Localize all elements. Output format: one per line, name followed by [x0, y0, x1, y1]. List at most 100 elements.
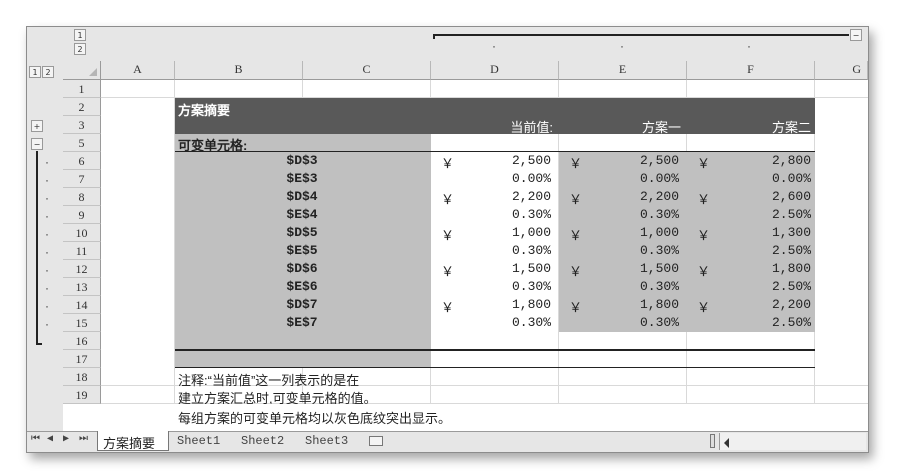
row-header[interactable]: 5	[63, 134, 101, 152]
column-outline-area	[27, 27, 868, 61]
sheet-tab-label: 方案摘要	[103, 436, 156, 451]
current-value: 1,500	[511, 261, 551, 276]
scenario-row: $E$6 0.30% 0.30% 2.50%	[101, 278, 868, 296]
row-header[interactable]: 15	[63, 314, 101, 332]
row-header[interactable]: 11	[63, 242, 101, 260]
cell-reference: $E$7	[286, 315, 318, 330]
scroll-left-icon[interactable]	[724, 438, 729, 448]
scenario-row: $E$5 0.30% 0.30% 2.50%	[101, 242, 868, 260]
column-header-c[interactable]: C	[303, 61, 431, 80]
row-outline-dot: ·	[45, 263, 49, 277]
row-collapse-button[interactable]: −	[31, 138, 43, 150]
col-outline-dot-f: ·	[747, 39, 751, 53]
cell-reference: $D$6	[286, 261, 318, 276]
col-collapse-button[interactable]: −	[850, 29, 862, 41]
note-line-3: 每组方案的可变单元格均以灰色底纹突出显示。	[178, 411, 452, 426]
note-line-1: 注释:“当前值”这一列表示的是在	[178, 373, 360, 388]
row-outline-dot: ·	[45, 191, 49, 205]
row-header[interactable]: 7	[63, 170, 101, 188]
row-header[interactable]: 10	[63, 224, 101, 242]
next-sheet-button[interactable]: ▶	[63, 433, 69, 445]
row-outline-dot: ·	[45, 299, 49, 313]
cell-reference: $D$4	[286, 189, 318, 204]
column-header-a[interactable]: A	[101, 61, 175, 80]
sheet-tab-sheet2[interactable]: Sheet2	[241, 434, 284, 448]
scenario-1-value: 0.30%	[639, 315, 679, 330]
row-outline-dot: ·	[45, 173, 49, 187]
scenario-row: $E$7 0.30% 0.30% 2.50%	[101, 314, 868, 332]
scenario-2-value: 2,800	[771, 153, 811, 168]
sheet-tab-sheet1[interactable]: Sheet1	[177, 434, 220, 448]
last-sheet-button[interactable]: ⏭	[79, 433, 88, 445]
current-value: 0.30%	[511, 243, 551, 258]
scenario-1-value: 2,500	[639, 153, 679, 168]
current-value: 1,800	[511, 297, 551, 312]
row-header[interactable]: 17	[63, 350, 101, 368]
row-header[interactable]: 13	[63, 278, 101, 296]
scenario-2-value: 2,200	[771, 297, 811, 312]
current-value: 2,200	[511, 189, 551, 204]
scenario-1-value: 2,200	[639, 189, 679, 204]
scenario-2-value: 0.00%	[771, 171, 811, 186]
insert-sheet-icon[interactable]	[369, 436, 383, 446]
column-header-b[interactable]: B	[175, 61, 303, 80]
scenario-row: $D$6 ￥ ￥ ￥ 1,500 1,500 1,800	[101, 260, 868, 280]
scenario-2-value: 2.50%	[771, 243, 811, 258]
scenario-2-value: 2.50%	[771, 315, 811, 330]
column-header-g[interactable]: G	[815, 61, 868, 80]
spreadsheet-window: 1 2 · · · − 1 2 A B C D E F G 1 2 3 5 6 …	[26, 26, 869, 453]
current-value: 2,500	[511, 153, 551, 168]
col-outline-level-2-button[interactable]: 2	[74, 43, 86, 55]
table-bottom-border	[175, 349, 815, 351]
cell-reference: $E$5	[286, 243, 318, 258]
column-header-e[interactable]: E	[559, 61, 687, 80]
scenario-row: $E$3 0.00% 0.00% 0.00%	[101, 170, 868, 188]
prev-sheet-button[interactable]: ◀	[47, 433, 53, 445]
header-scenario-2: 方案二	[771, 120, 811, 135]
scenario-2-value: 1,300	[771, 225, 811, 240]
scenario-1-value: 0.30%	[639, 243, 679, 258]
tab-split-handle[interactable]	[710, 434, 715, 448]
col-outline-level-1-button[interactable]: 1	[74, 29, 86, 41]
scenario-1-value: 0.00%	[639, 171, 679, 186]
first-sheet-button[interactable]: ⏮	[31, 433, 40, 445]
current-value: 0.00%	[511, 171, 551, 186]
row-header[interactable]: 14	[63, 296, 101, 314]
row-header[interactable]: 6	[63, 152, 101, 170]
cell-reference: $E$6	[286, 279, 318, 294]
horizontal-scrollbar[interactable]	[719, 433, 866, 450]
row-expand-button[interactable]: +	[31, 120, 43, 132]
row-header[interactable]: 3	[63, 116, 101, 134]
row-header[interactable]: 8	[63, 188, 101, 206]
header-scenario-1: 方案一	[641, 120, 681, 135]
row-outline-dot: ·	[45, 317, 49, 331]
row-header[interactable]: 16	[63, 332, 101, 350]
column-header-f[interactable]: F	[687, 61, 815, 80]
current-value: 0.30%	[511, 279, 551, 294]
row-header[interactable]: 1	[63, 80, 101, 98]
scenario-1-value: 1,000	[639, 225, 679, 240]
scenario-row: $D$5 ￥ ￥ ￥ 1,000 1,000 1,300	[101, 224, 868, 244]
cell-reference: $D$5	[286, 225, 318, 240]
row-outline-level-1-button[interactable]: 1	[29, 66, 41, 78]
col-outline-dot-e: ·	[620, 39, 624, 53]
note-line-2: 建立方案汇总时,可变单元格的值。	[178, 391, 377, 404]
column-header-d[interactable]: D	[431, 61, 559, 80]
row-header[interactable]: 9	[63, 206, 101, 224]
scenario-1-value: 1,800	[639, 297, 679, 312]
scenario-row: $D$4 ￥ ￥ ￥ 2,200 2,200 2,600	[101, 188, 868, 208]
row-outline-level-2-button[interactable]: 2	[42, 66, 54, 78]
scenario-1-value: 0.30%	[639, 279, 679, 294]
cell-grid[interactable]: 方案摘要 当前值: 方案一 方案二 可变单元格: $D$3 ￥ ￥ ￥ 2,500 2,5…	[101, 80, 868, 404]
scenario-2-value: 2.50%	[771, 207, 811, 222]
scenario-1-value: 0.30%	[639, 207, 679, 222]
row-header[interactable]: 12	[63, 260, 101, 278]
sheet-tab-sheet3[interactable]: Sheet3	[305, 434, 348, 448]
cell-reference: $D$3	[286, 153, 318, 168]
row-header[interactable]: 19	[63, 386, 101, 404]
header-current-value: 当前值:	[510, 120, 553, 135]
row-header[interactable]: 2	[63, 98, 101, 116]
row-header[interactable]: 18	[63, 368, 101, 386]
scenario-2-value: 2.50%	[771, 279, 811, 294]
notes-top-border	[175, 367, 815, 368]
